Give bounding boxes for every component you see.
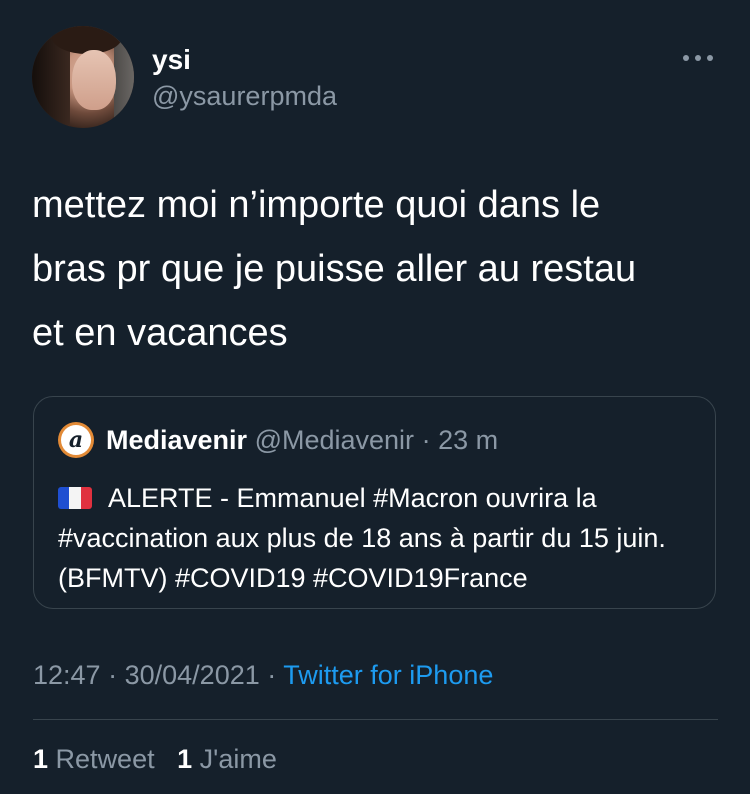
tweet-time: 12:47 [33,660,101,690]
quoted-time: 23 m [438,425,499,455]
author-handle[interactable]: @ysaurerpmda [152,81,337,112]
france-flag-icon [58,487,92,509]
quoted-separator: · [421,425,431,455]
tweet-stats: 1 Retweet 1 J'aime [33,744,277,775]
tweet-meta: 12:47 · 30/04/2021 · Twitter for iPhone [33,660,493,691]
author-display-name[interactable]: ysi [152,44,191,76]
mediavenir-logo-icon[interactable]: a [58,422,94,458]
divider [33,719,718,720]
quoted-author-name: Mediavenir [106,425,248,455]
quoted-author-handle: @Mediavenir [254,425,415,455]
retweet-stat[interactable]: 1 Retweet [33,744,155,774]
quoted-tweet-card[interactable]: a Mediavenir @Mediavenir · 23 m ALERTE -… [33,396,716,609]
meta-separator-2: · [267,660,277,690]
tweet-source-link[interactable]: Twitter for iPhone [283,660,493,690]
more-horizontal-icon[interactable] [680,48,716,68]
logo-letter: a [61,425,91,455]
meta-separator: · [108,660,118,690]
tweet-date: 30/04/2021 [124,660,260,690]
like-count: 1 [177,744,193,774]
like-label: J'aime [199,744,277,774]
tweet-text: mettez moi n’importe quoi dans le bras p… [32,184,637,354]
retweet-count: 1 [33,744,49,774]
quoted-tweet-header: Mediavenir @Mediavenir · 23 m [106,425,498,456]
quoted-tweet-text: ALERTE - Emmanuel #Macron ouvrira la #va… [58,478,703,598]
like-stat[interactable]: 1 J'aime [177,744,277,774]
author-avatar[interactable] [32,26,134,128]
retweet-label: Retweet [55,744,155,774]
quoted-tweet-body: ALERTE - Emmanuel #Macron ouvrira la #va… [58,483,666,593]
